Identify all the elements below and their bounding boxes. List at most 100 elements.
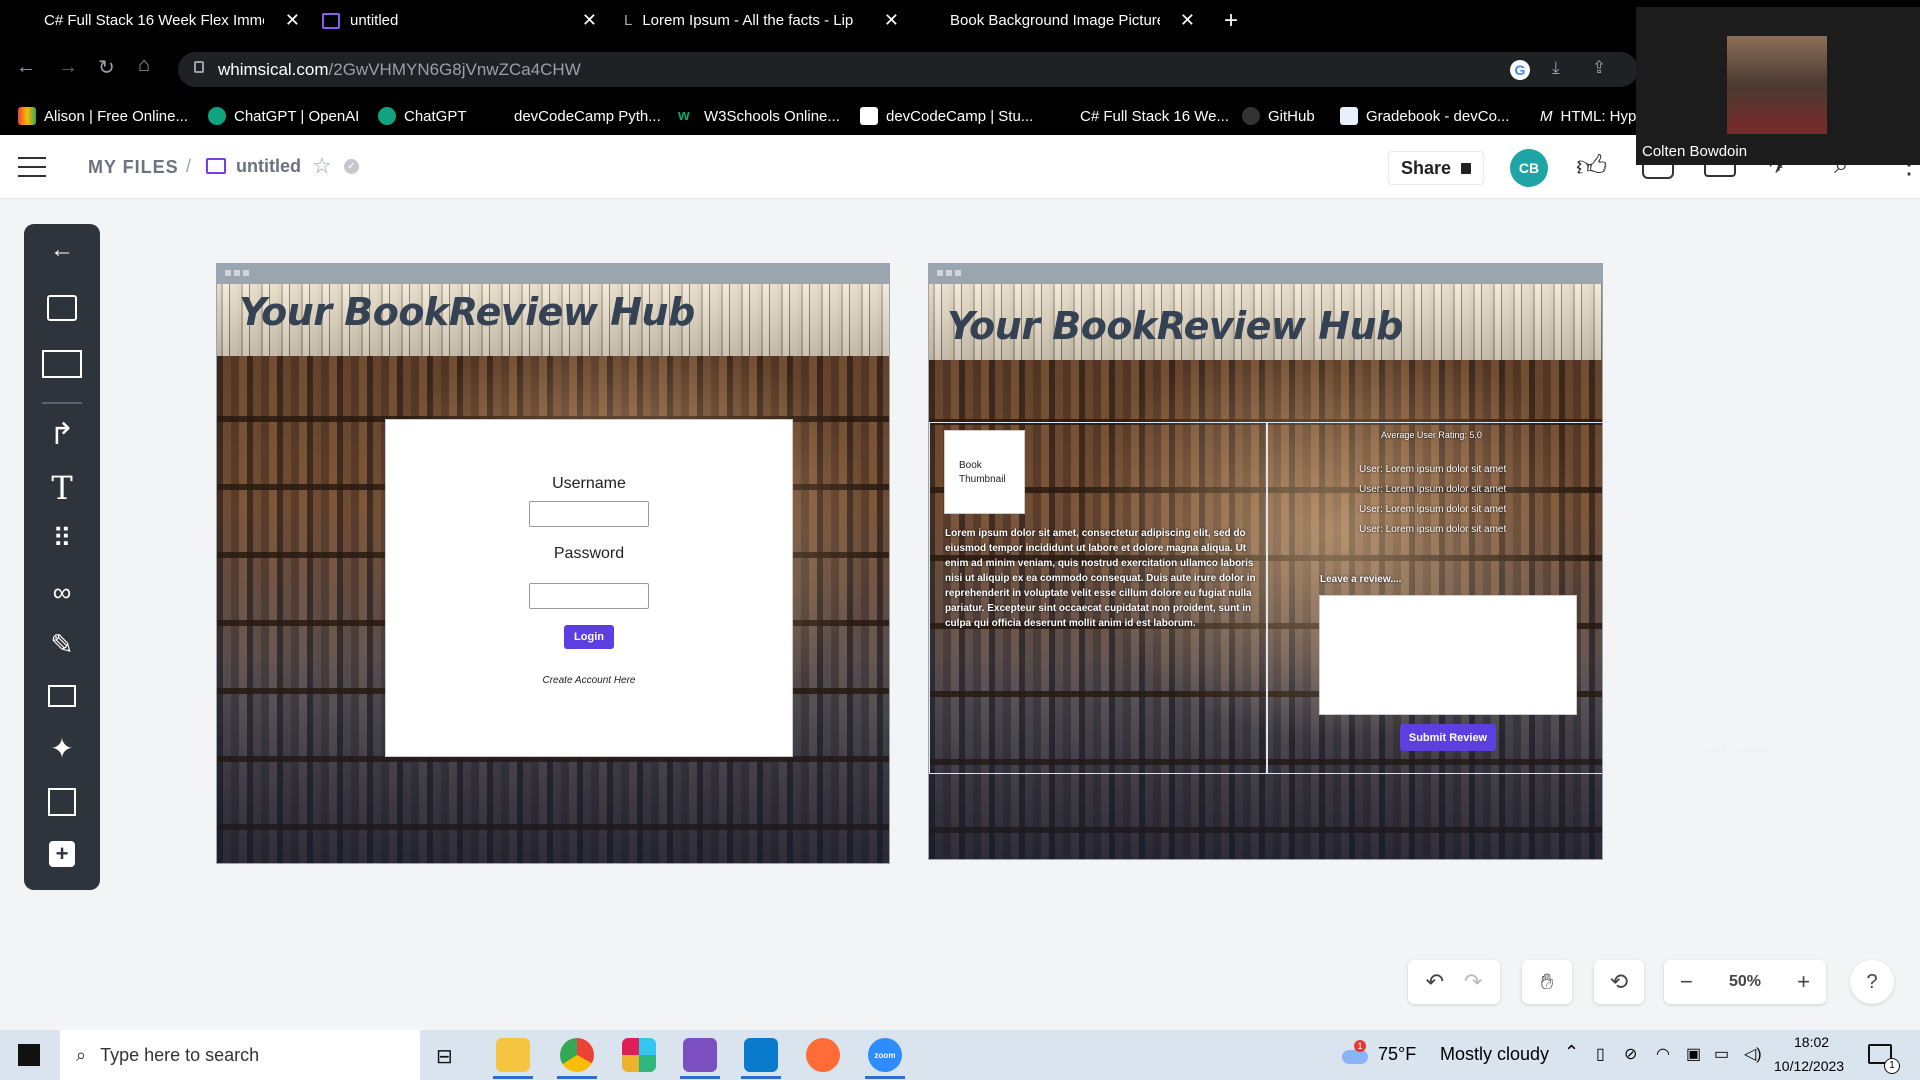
task-view-icon[interactable]: ⊟ — [436, 1044, 453, 1069]
bookmark-item[interactable]: Gradebook - devCo... — [1340, 97, 1509, 135]
visual-studio-icon[interactable] — [683, 1038, 717, 1072]
search-box[interactable]: ⌕ Type here to search — [60, 1030, 420, 1080]
browser-tab-active[interactable]: untitled ✕ — [322, 0, 597, 41]
template-icon[interactable] — [24, 780, 100, 824]
tab-title: C# Full Stack 16 Week Flex Imme — [44, 12, 264, 29]
stray-text[interactable]: Leave a review.... — [1700, 744, 1778, 755]
zoom-level[interactable]: 50% — [1729, 973, 1761, 991]
menu-icon[interactable] — [18, 157, 46, 177]
battery-icon[interactable]: ▭ — [1714, 1044, 1729, 1064]
new-tab-button[interactable]: + — [1224, 0, 1244, 41]
tray-app-icon[interactable]: ▣ — [1686, 1044, 1701, 1064]
review-item: User: Lorem ipsum dolor sit amet — [1359, 524, 1507, 535]
link-icon[interactable]: ∞ — [24, 570, 100, 614]
board-icon — [206, 158, 226, 174]
show-hidden-icons-icon[interactable]: ⌃ — [1564, 1042, 1579, 1063]
forward-icon[interactable]: → — [58, 56, 78, 79]
video-call-overlay[interactable]: Colten Bowdoin — [1636, 7, 1920, 165]
wifi-icon[interactable]: ◠ — [1656, 1044, 1670, 1064]
browser-tab[interactable]: C# Full Stack 16 Week Flex Imme ✕ — [18, 0, 300, 41]
browser-tab[interactable]: Book Background Image Picture ✕ — [950, 0, 1195, 41]
bookmark-item[interactable]: w W3Schools Online... — [678, 97, 840, 135]
wireframe-review-frame[interactable]: Your BookReview Hub Book Thumbnail Lorem… — [928, 263, 1603, 860]
windows-start-icon[interactable] — [18, 1044, 40, 1066]
zoom-in-button[interactable]: + — [1797, 969, 1810, 995]
ai-sparkle-icon[interactable]: ✦ — [24, 726, 100, 770]
lock-icon — [194, 61, 204, 73]
close-tab-icon[interactable]: ✕ — [884, 10, 899, 31]
connector-icon[interactable]: ↱ — [24, 412, 100, 456]
password-input[interactable] — [529, 583, 649, 609]
login-button[interactable]: Login — [564, 625, 614, 649]
breadcrumb-my-files[interactable]: MY FILES — [88, 157, 179, 178]
review-item: User: Lorem ipsum dolor sit amet — [1359, 504, 1507, 515]
notifications-icon[interactable]: 1 — [1868, 1044, 1900, 1074]
reviews-list: User: Lorem ipsum dolor sit amet User: L… — [1359, 460, 1506, 540]
active-indicator — [557, 1076, 597, 1079]
gradebook-icon — [1340, 107, 1358, 125]
url-path: /2GwVHMYN6G8jVnwZCa4CHW — [328, 59, 581, 79]
help-button[interactable]: ? — [1850, 960, 1894, 1004]
frame-title-bar — [929, 264, 1602, 284]
review-textarea[interactable] — [1319, 595, 1577, 715]
share-page-icon[interactable]: ⇪ — [1592, 58, 1606, 78]
bookmark-item[interactable]: devCodeCamp Pyth... — [514, 97, 661, 135]
file-explorer-icon[interactable] — [496, 1038, 530, 1072]
weather-description[interactable]: Mostly cloudy — [1440, 1044, 1549, 1065]
volume-icon[interactable]: ◁) — [1744, 1044, 1762, 1064]
text-icon[interactable]: T — [24, 466, 100, 510]
grid-icon[interactable]: ⠿ — [24, 516, 100, 560]
section-icon[interactable] — [24, 674, 100, 718]
wireframe-login-frame[interactable]: Your BookReview Hub Username Password Lo… — [216, 263, 890, 864]
close-tab-icon[interactable]: ✕ — [1180, 10, 1195, 31]
back-arrow-icon[interactable]: ← — [24, 228, 100, 272]
zoom-control: − 50% + — [1664, 960, 1826, 1004]
undo-icon[interactable]: ↶ — [1426, 969, 1444, 995]
home-icon[interactable]: ⌂ — [138, 54, 150, 77]
avatar[interactable]: CB — [1510, 149, 1548, 187]
chrome-icon[interactable] — [560, 1038, 594, 1072]
weather-icon[interactable]: 1 — [1340, 1040, 1370, 1068]
weather-temp[interactable]: 75°F — [1378, 1044, 1416, 1065]
zoom-icon[interactable]: zoom — [868, 1038, 902, 1072]
clock-time[interactable]: 18:02 — [1794, 1034, 1829, 1050]
bookmark-item[interactable]: Alison | Free Online... — [18, 97, 188, 135]
back-icon[interactable]: ← — [16, 56, 36, 79]
share-button[interactable]: Share — [1388, 151, 1484, 185]
thumbs-up-icon[interactable]: 👍︎ — [1576, 149, 1607, 185]
document-title[interactable]: untitled — [236, 156, 301, 177]
bookmark-item[interactable]: ChatGPT — [378, 97, 467, 135]
clock-date[interactable]: 10/12/2023 — [1774, 1058, 1844, 1074]
hand-tool-icon[interactable]: ✋︎ — [1522, 960, 1572, 1004]
vscode-icon[interactable] — [744, 1038, 778, 1072]
bookmark-item[interactable]: M HTML: Hype — [1540, 97, 1645, 135]
create-account-link[interactable]: Create Account Here — [386, 675, 792, 686]
browser-tab-bar: C# Full Stack 16 Week Flex Imme ✕ untitl… — [0, 0, 1920, 41]
username-input[interactable] — [529, 501, 649, 527]
google-icon[interactable]: G — [1510, 60, 1530, 80]
whimsical-icon — [322, 12, 340, 29]
close-tab-icon[interactable]: ✕ — [582, 10, 597, 31]
star-icon[interactable]: ☆ — [312, 153, 332, 179]
slack-icon[interactable] — [622, 1038, 656, 1072]
add-icon[interactable]: + — [24, 832, 100, 876]
bookmark-item[interactable]: devCodeCamp | Stu... — [860, 97, 1033, 135]
history-icon[interactable]: ⟲ — [1594, 960, 1644, 1004]
frame-icon[interactable] — [24, 342, 100, 386]
close-tab-icon[interactable]: ✕ — [285, 10, 300, 31]
reload-icon[interactable]: ↻ — [98, 55, 115, 80]
pencil-icon[interactable]: ✎ — [24, 622, 100, 666]
bookmark-item[interactable]: GitHub — [1242, 97, 1315, 135]
tray-app-icon[interactable]: ▯ — [1596, 1044, 1605, 1064]
submit-review-button[interactable]: Submit Review — [1400, 724, 1496, 751]
bookmark-item[interactable]: C# Full Stack 16 We... — [1080, 97, 1229, 135]
wireframe-components-icon[interactable] — [24, 286, 100, 330]
browser-tab[interactable]: L Lorem Ipsum - All the facts - Lip ✕ — [624, 0, 899, 41]
tray-app-icon[interactable]: ⊘ — [1624, 1044, 1637, 1064]
install-icon[interactable]: ⤓ — [1552, 58, 1560, 78]
bookmark-item[interactable]: ChatGPT | OpenAI — [208, 97, 359, 135]
redo-icon[interactable]: ↷ — [1464, 969, 1482, 995]
address-bar[interactable]: whimsical.com/2GwVHMYN6G8jVnwZCa4CHW G ⤓… — [178, 52, 1638, 87]
postman-icon[interactable] — [806, 1038, 840, 1072]
zoom-out-button[interactable]: − — [1680, 969, 1693, 995]
